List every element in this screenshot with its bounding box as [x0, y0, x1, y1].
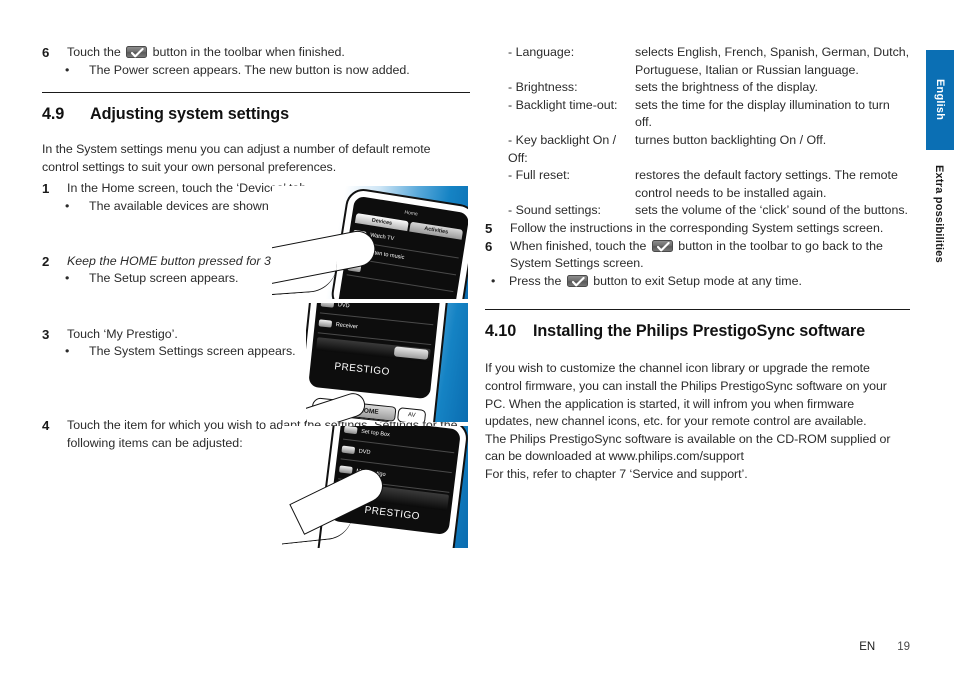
step-text: When finished, touch the button in the t…: [510, 238, 910, 273]
setting-term: - Sound settings:: [508, 203, 601, 218]
setting-term: - Full reset:: [508, 168, 570, 183]
step-text-after: button in the toolbar when finished.: [152, 45, 345, 59]
setting-row: - Sound settings: sets the volume of the…: [485, 202, 910, 220]
section-divider: [485, 309, 910, 311]
figure-my-prestigo-touch: Set top Box DVD My Prestigo PRESTIGO HOM…: [282, 426, 468, 548]
step-text: Follow the instructions in the correspon…: [510, 220, 884, 235]
section-heading-4-10: 4.10 Installing the Philips PrestigoSync…: [485, 322, 910, 341]
section-paragraph-1: If you wish to customize the channel ico…: [485, 361, 887, 429]
step-6-bullet: • The Power screen appears. The new butt…: [42, 62, 470, 80]
step-6-right: 6 When finished, touch the button in the…: [485, 238, 910, 273]
step-5: 5 Follow the instructions in the corresp…: [485, 220, 910, 238]
setting-description: selects English, French, Spanish, German…: [635, 45, 910, 77]
setting-row: - Key backlight On / Off: turnes button …: [485, 132, 910, 167]
list-item-label: DVD: [337, 303, 350, 309]
setting-term: - Language:: [508, 45, 575, 59]
step-text-before: Touch the: [67, 45, 121, 59]
bullet-dot-icon: •: [65, 344, 70, 359]
setting-row: - Full reset: restores the default facto…: [485, 167, 910, 202]
chapter-side-label-text: Extra possibilities: [933, 165, 945, 263]
footer-locale: EN: [859, 641, 876, 653]
setting-description: sets the brightness of the display.: [635, 80, 818, 95]
section-title: Adjusting system settings: [90, 105, 289, 124]
manual-page: 6 Touch the button in the toolbar when f…: [0, 0, 954, 675]
checkmark-button-icon: [126, 46, 148, 58]
checkmark-button-icon: [651, 239, 673, 252]
bullet-dot-icon: •: [65, 198, 70, 213]
brand-label: PRESTIGO: [363, 504, 421, 523]
list-item-label: DVD: [358, 448, 371, 456]
section-divider: [42, 92, 470, 94]
list-item-label: Set top Box: [360, 428, 391, 438]
device-icon: [341, 445, 356, 455]
checkmark-button-icon: [566, 274, 588, 287]
setting-description: restores the default factory settings. T…: [635, 168, 898, 200]
language-tab-label: English: [934, 79, 946, 121]
bullet-dot-icon: •: [491, 273, 496, 288]
remote-icon: [338, 465, 353, 474]
device-icon: [343, 426, 358, 435]
remote-display: DVD Receiver PRESTIGO: [308, 303, 441, 400]
figure-home-button-pressed: DVD Receiver PRESTIGO HOME AV setup: [306, 303, 468, 422]
step-number: 5: [485, 220, 493, 236]
page-footer: EN 19: [859, 641, 910, 653]
footer-page-number: 19: [897, 641, 910, 653]
av-button[interactable]: AV: [396, 407, 427, 422]
right-column: - Language: selects English, French, Spa…: [485, 44, 910, 483]
section-heading-4-9: 4.9 Adjusting system settings: [42, 105, 470, 124]
exit-setup-bullet: • Press the button to exit Setup mode at…: [485, 273, 910, 291]
device-icon: [320, 303, 335, 308]
bullet-dot-icon: •: [65, 271, 70, 286]
section-paragraph-2: The Philips PrestigoSync software is ava…: [485, 431, 891, 464]
step-text: Touch the button in the toolbar when fin…: [67, 44, 470, 62]
bullet-text: Press the button to exit Setup mode at a…: [509, 273, 910, 291]
brand-label: PRESTIGO: [333, 361, 391, 378]
step-number: 4: [42, 417, 50, 433]
section-number: 4.10: [485, 322, 517, 341]
setting-row: - Backlight time-out: sets the time for …: [485, 97, 910, 132]
setting-term: - Key backlight On / Off:: [508, 132, 617, 165]
bullet-text: The Power screen appears. The new button…: [89, 62, 410, 77]
section-paragraph-3: For this, refer to chapter 7 ‘Service an…: [485, 466, 748, 481]
setting-description: sets the volume of the ‘click’ sound of …: [635, 203, 908, 218]
step-text-before: When finished, touch the: [510, 238, 647, 253]
setting-row: - Brightness: sets the brightness of the…: [485, 79, 910, 97]
setting-term: - Backlight time-out:: [508, 97, 618, 112]
language-tab[interactable]: English: [926, 50, 954, 150]
step-number: 2: [42, 253, 50, 269]
chapter-side-label: Extra possibilities: [928, 165, 950, 285]
list-item-label: Receiver: [335, 321, 359, 330]
step-number: 1: [42, 181, 50, 197]
setting-term: - Brightness:: [508, 80, 578, 95]
bullet-dot-icon: •: [65, 62, 70, 77]
setting-description: turnes button backlighting On / Off.: [635, 132, 827, 147]
settings-list: - Language: selects English, French, Spa…: [485, 44, 910, 220]
setting-description: sets the time for the display illuminati…: [635, 97, 890, 130]
step-number: 6: [42, 45, 50, 60]
section-number: 4.9: [42, 105, 65, 124]
step-number: 6: [485, 238, 493, 254]
bullet-text-after: button to exit Setup mode at any time.: [593, 273, 802, 288]
toolbar-ok-button[interactable]: [393, 346, 429, 360]
bullet-text-before: Press the: [509, 273, 562, 288]
setting-row: - Language: selects English, French, Spa…: [485, 44, 910, 79]
figure-home-screen-devices-tab: Home Devices Activities Watch TV Listen …: [272, 186, 468, 299]
section-intro: In the System settings menu you can adju…: [42, 142, 431, 174]
step-6: 6 Touch the button in the toolbar when f…: [42, 44, 470, 62]
device-icon: [318, 319, 333, 328]
step-number: 3: [42, 326, 50, 342]
section-title: Installing the Philips PrestigoSync soft…: [533, 322, 866, 341]
